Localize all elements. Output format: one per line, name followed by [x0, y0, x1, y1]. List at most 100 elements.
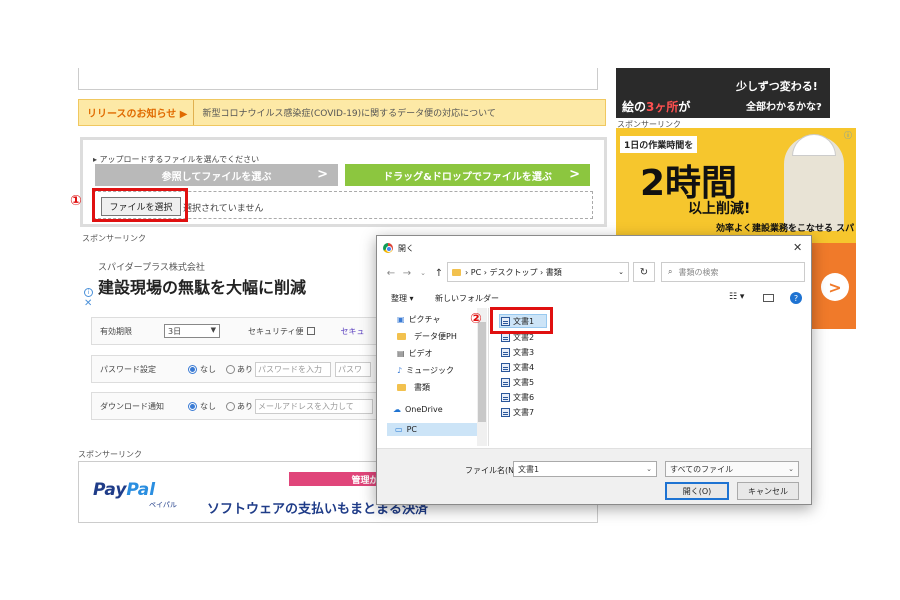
path-sep: › [537, 267, 546, 277]
help-icon[interactable]: ? [790, 292, 802, 304]
address-bar[interactable]: › PC › デスクトップ › 書類 ⌄ [447, 262, 629, 282]
drag-drop-button[interactable]: ドラッグ&ドロップでファイルを選ぶ > [345, 164, 590, 186]
preview-pane-icon[interactable] [763, 294, 774, 302]
close-icon[interactable]: ✕ [793, 241, 802, 254]
chevron-right-icon[interactable]: > [821, 273, 849, 301]
file-name: 文書7 [513, 408, 535, 417]
release-message-link[interactable]: 新型コロナウイルス感染症(COVID-19)に関するデータ便の対応について [194, 106, 495, 119]
nav-item-videos[interactable]: ▤ ビデオ [397, 348, 433, 359]
file-name: 文書4 [513, 363, 535, 372]
nav-scrollbar[interactable] [477, 308, 487, 446]
refresh-icon[interactable]: ↻ [633, 262, 655, 282]
highlight-box-step2 [490, 307, 553, 334]
right-ad-puzzle[interactable]: 絵の3ヶ所が 少しずつ変わる! 全部わかるかな? [616, 68, 830, 118]
info-icon[interactable]: i [84, 288, 93, 297]
up-arrow-icon[interactable]: ↑ [431, 268, 447, 279]
document-icon [501, 348, 510, 357]
cancel-button[interactable]: キャンセル [737, 482, 799, 500]
document-icon [501, 408, 510, 417]
file-item[interactable]: 文書4 [501, 362, 534, 373]
nav-item-pictures[interactable]: ▣ ピクチャ [397, 314, 440, 325]
download-yes-radio[interactable]: あり [226, 401, 253, 412]
nav-item-music[interactable]: ♪ ミュージック [397, 365, 454, 376]
file-name: 文書3 [513, 348, 535, 357]
radio-selected-icon [188, 364, 197, 374]
paypal-logo-pal: Pal [126, 480, 156, 500]
ad-info-icon[interactable]: ⓘ [844, 130, 855, 141]
organize-menu[interactable]: 整理 ▾ [391, 293, 414, 304]
new-folder-button[interactable]: 新しいフォルダー [435, 293, 499, 304]
radio-unselected-icon [226, 364, 235, 374]
dialog-toolbar: 整理 ▾ 新しいフォルダー ☷ ▾ ? [377, 290, 811, 308]
download-none-radio[interactable]: なし [188, 401, 216, 412]
download-notify-row: ダウンロード通知 なし あり メールアドレスを入力して [91, 392, 386, 420]
chevron-down-icon[interactable]: ⌄ [415, 269, 431, 277]
security-label: セキュリティ便 [248, 326, 304, 336]
nav-label: PC [406, 425, 417, 434]
ad1-line1-a: 絵の [622, 100, 647, 114]
password-confirm-input[interactable]: パスワ [335, 361, 371, 377]
dialog-titlebar: 開く [377, 236, 811, 260]
password-none-radio[interactable]: なし [188, 364, 216, 375]
dialog-footer: ファイル名(N): 文書1 ⌄ すべてのファイル ⌄ 開く(O) キャンセル [377, 448, 811, 504]
chevron-right-icon: > [569, 167, 580, 182]
computer-icon: ▭ [395, 425, 403, 434]
password-yes-radio[interactable]: あり [226, 364, 253, 375]
file-item[interactable]: 文書7 [501, 407, 534, 418]
ad1-line3: 全部わかるかな? [746, 102, 822, 113]
path-sep: › [481, 267, 490, 277]
ad2-line1: 1日の作業時間を [620, 136, 698, 153]
nav-label: データ便PH [414, 332, 457, 341]
nav-item-onedrive[interactable]: ☁ OneDrive [393, 405, 443, 414]
file-item[interactable]: 文書6 [501, 392, 534, 403]
release-notice-bar[interactable]: リリースのお知らせ ▶ 新型コロナウイルス感染症(COVID-19)に関するデー… [78, 99, 606, 126]
nav-item-datapin[interactable]: データ便PH [397, 331, 457, 342]
filename-input[interactable]: 文書1 ⌄ [513, 461, 657, 477]
document-icon [501, 378, 510, 387]
browse-file-button[interactable]: 参照してファイルを選ぶ > [95, 164, 338, 186]
close-icon[interactable]: ✕ [84, 298, 92, 309]
nav-label: ミュージック [406, 366, 454, 375]
chevron-down-icon[interactable]: ⌄ [646, 465, 652, 473]
highlight-box-step1 [92, 188, 188, 222]
ad-company: スパイダープラス株式会社 [98, 263, 205, 273]
scrollbar-thumb[interactable] [478, 322, 486, 422]
ad2-line3: 以上削減! [688, 201, 751, 217]
nav-item-pc[interactable]: ▭ PC [387, 423, 483, 436]
view-options-icon[interactable]: ☷ ▾ [729, 292, 744, 302]
cloud-icon: ☁ [393, 405, 401, 414]
nav-item-documents[interactable]: 書類 [397, 382, 430, 393]
path-pc[interactable]: PC [471, 268, 481, 277]
music-icon: ♪ [397, 366, 403, 375]
search-input[interactable]: ⌕ 書類の検索 [661, 262, 805, 282]
expiry-select[interactable]: 3日 ▼ [164, 324, 220, 338]
ad-card[interactable]: スパイダープラス株式会社 建設現場の無駄を大幅に削減 [80, 244, 380, 312]
navigation-pane: ▣ ピクチャ データ便PH ▤ ビデオ ♪ ミュージック 書類 ☁ OneDrive ▭… [377, 308, 489, 446]
filetype-select[interactable]: すべてのファイル ⌄ [665, 461, 799, 477]
file-item[interactable]: 文書3 [501, 347, 534, 358]
document-icon [501, 333, 510, 342]
pictures-icon: ▣ [397, 315, 405, 324]
path-documents[interactable]: 書類 [546, 267, 562, 278]
password-input[interactable]: パスワードを入力 [255, 361, 331, 377]
path-desktop[interactable]: デスクトップ [489, 267, 537, 278]
ad-headline[interactable]: 建設現場の無駄を大幅に削減 [98, 274, 306, 298]
email-input[interactable]: メールアドレスを入力して [255, 398, 373, 414]
right-ad-spiderplus[interactable]: 1日の作業時間を 2時間 以上削減! 効率よく建設業務をこなせる スパイダープラ… [616, 128, 856, 243]
nav-label: ビデオ [408, 349, 433, 358]
file-item[interactable]: 文書5 [501, 377, 534, 388]
step1-marker: ① [70, 193, 82, 209]
page: リリースのお知らせ ▶ 新型コロナウイルス感染症(COVID-19)に関するデー… [0, 0, 900, 600]
chevron-down-icon[interactable]: ⌄ [618, 268, 624, 276]
chevron-right-icon: > [317, 167, 328, 182]
password-row: パスワード設定 なし あり パスワードを入力 パスワ [91, 355, 386, 383]
forward-arrow-icon[interactable]: → [399, 268, 415, 279]
back-arrow-icon[interactable]: ← [383, 268, 399, 279]
nav-label: 書類 [414, 383, 430, 392]
security-link[interactable]: セキュ [341, 326, 365, 337]
password-label: パスワード設定 [100, 364, 156, 374]
security-checkbox[interactable] [306, 327, 315, 335]
chrome-icon [383, 243, 393, 253]
open-button[interactable]: 開く(O) [665, 482, 729, 500]
sponsor-label-2: スポンサーリンク [78, 450, 142, 459]
